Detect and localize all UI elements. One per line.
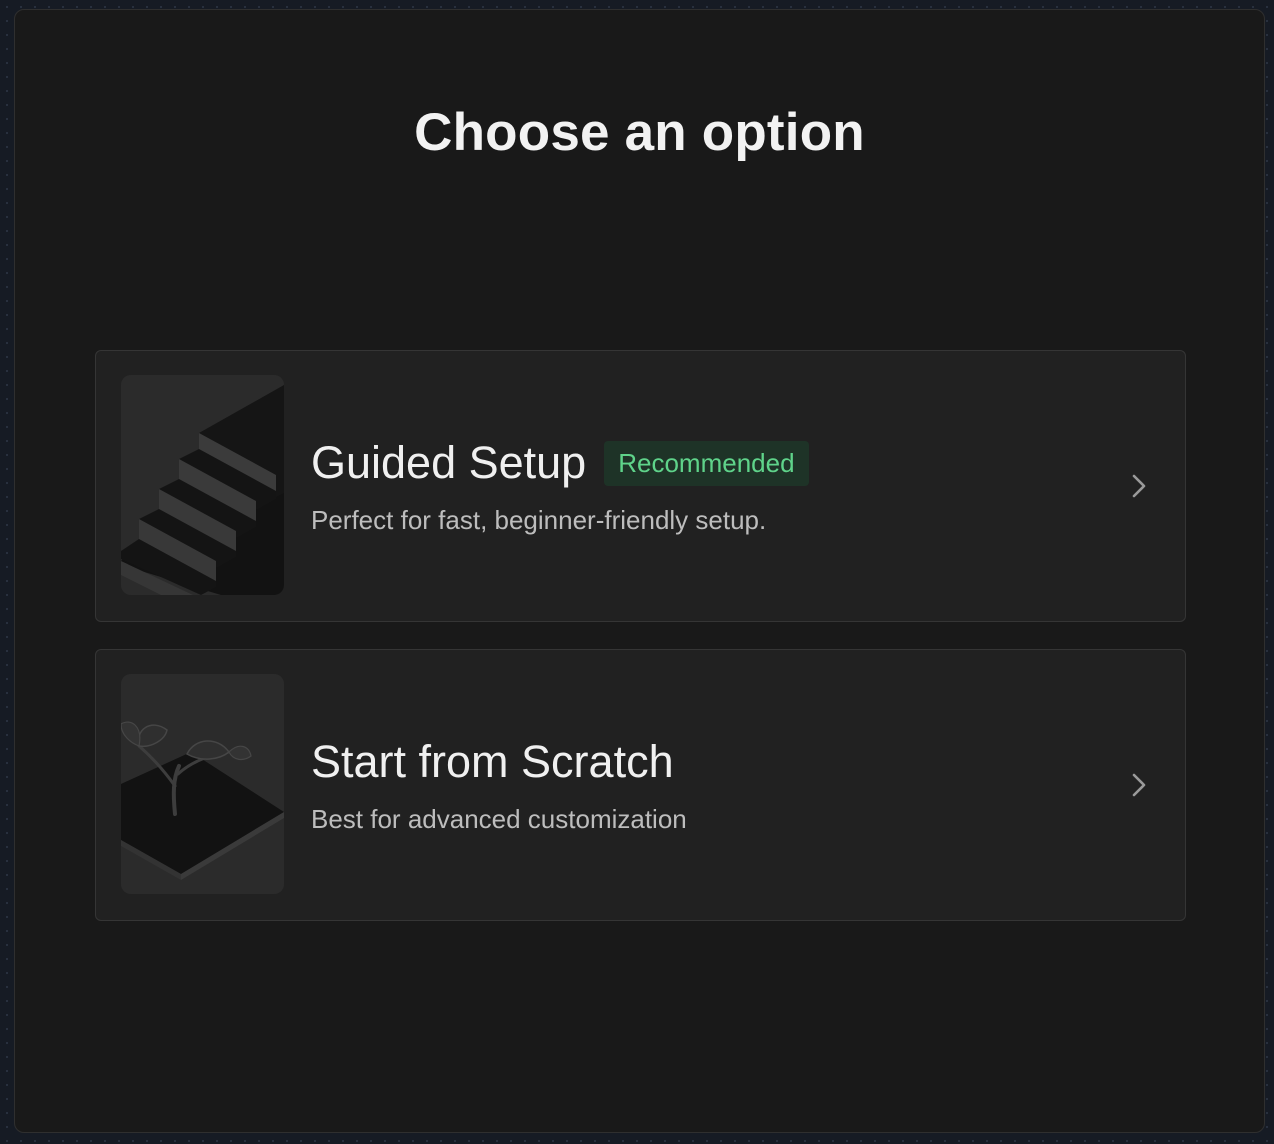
- dialog-title: Choose an option: [414, 103, 865, 162]
- guided-setup-option[interactable]: Guided Setup Recommended Perfect for fas…: [95, 350, 1186, 622]
- chevron-right-icon[interactable]: [1127, 768, 1151, 802]
- start-from-scratch-text: Start from Scratch Best for advanced cus…: [311, 734, 687, 835]
- option-description: Best for advanced customization: [311, 804, 687, 834]
- chevron-right-icon[interactable]: [1127, 469, 1151, 503]
- sprout-illustration: [121, 674, 284, 894]
- option-title: Guided Setup: [311, 437, 587, 488]
- guided-setup-text: Guided Setup Recommended Perfect for fas…: [311, 435, 809, 536]
- option-title: Start from Scratch: [311, 736, 674, 787]
- recommended-badge: Recommended: [604, 440, 809, 486]
- start-from-scratch-option[interactable]: Start from Scratch Best for advanced cus…: [95, 649, 1186, 921]
- staircase-illustration: [121, 375, 284, 595]
- choose-option-dialog: Choose an option Guided Setup Recommende…: [14, 9, 1265, 1133]
- option-description: Perfect for fast, beginner-friendly setu…: [311, 505, 767, 535]
